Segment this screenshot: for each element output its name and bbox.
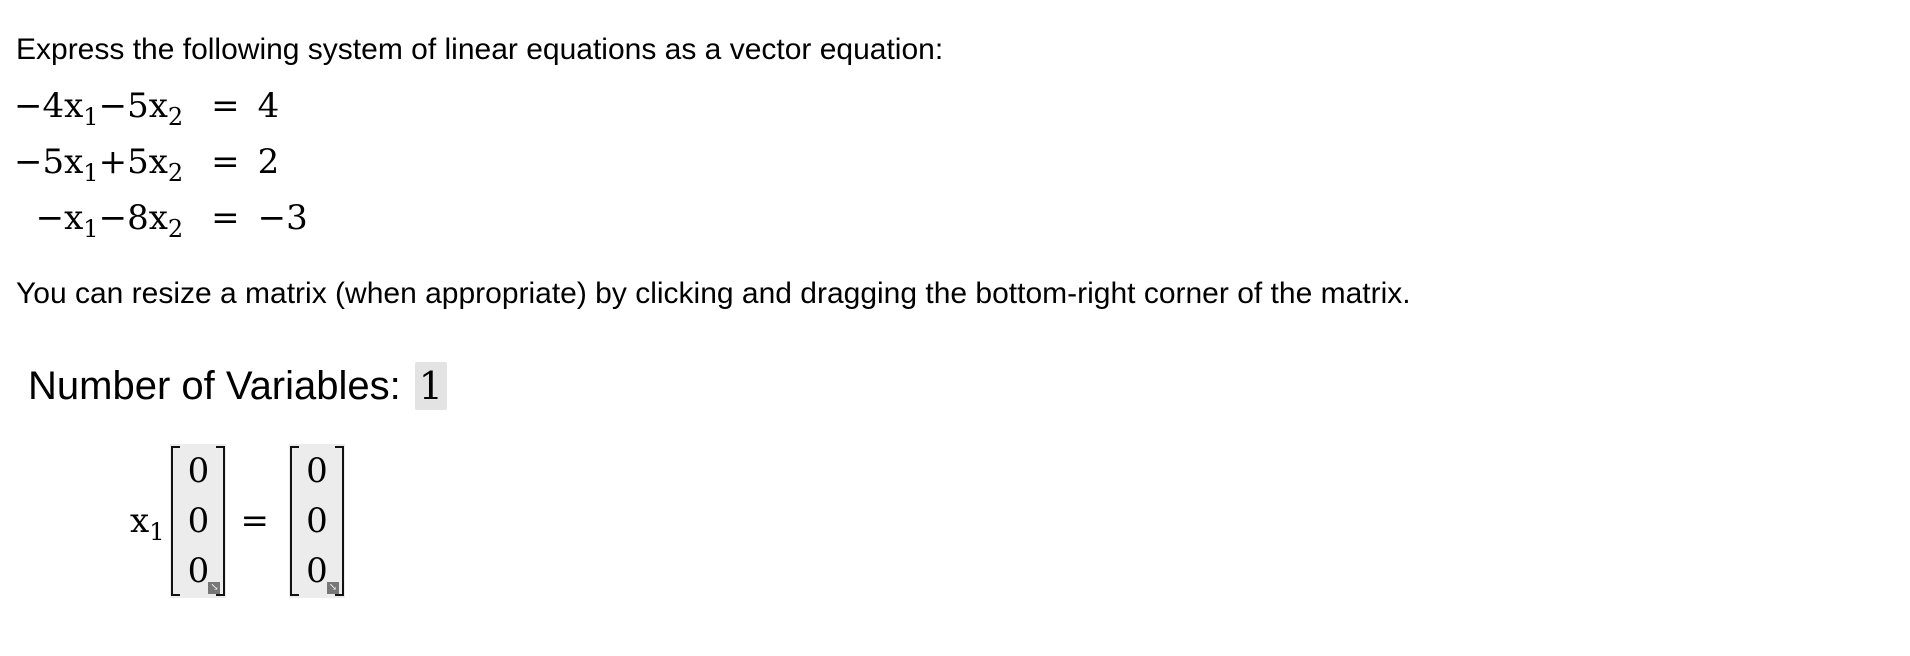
matrix-cell-input[interactable]: 0 bbox=[297, 496, 337, 546]
number-of-variables-input[interactable]: 1 bbox=[414, 362, 447, 410]
equation-rhs: 4 bbox=[257, 86, 280, 126]
equation-row: −5x1+5x2 = 2 bbox=[14, 134, 308, 190]
equation-rhs: −3 bbox=[257, 198, 308, 238]
equation-row: −4x1−5x2 = 4 bbox=[14, 78, 308, 134]
equation-term: −8x2 bbox=[98, 198, 184, 243]
matrix-cell-input[interactable]: 0 bbox=[178, 496, 218, 546]
coefficient-matrix: 0 0 0 ↘ bbox=[170, 444, 227, 598]
equals-sign: = bbox=[211, 198, 240, 238]
question-prompt: Express the following system of linear e… bbox=[16, 33, 944, 66]
equals-sign: = bbox=[211, 86, 240, 126]
equals-sign: = bbox=[240, 501, 269, 541]
equation-lhs: −5x1+5x2 bbox=[14, 134, 197, 190]
number-of-variables-label: Number of Variables: bbox=[28, 363, 401, 408]
vector-equation: x1 0 0 0 ↘ = 0 0 0 ↘ bbox=[130, 444, 345, 598]
matrix-cell-input[interactable]: 0 bbox=[297, 446, 337, 496]
equation-row: −x1−8x2 = −3 bbox=[14, 190, 308, 246]
resize-hint: You can resize a matrix (when appropriat… bbox=[16, 277, 1411, 310]
equation-term: −x1 bbox=[35, 198, 99, 243]
linear-system: −4x1−5x2 = 4 −5x1+5x2 = 2 −x1−8x2 = −3 bbox=[14, 78, 308, 246]
equation-term: −4x1 bbox=[14, 86, 99, 131]
equation-rhs: 2 bbox=[257, 142, 280, 182]
matrix-cell-input[interactable]: 0 bbox=[178, 446, 218, 496]
number-of-variables: Number of Variables: 1 bbox=[28, 362, 447, 410]
constant-matrix: 0 0 0 ↘ bbox=[288, 444, 345, 598]
resize-handle-icon[interactable]: ↘ bbox=[208, 582, 221, 594]
equation-lhs: −4x1−5x2 bbox=[14, 78, 197, 134]
equation-lhs: −x1−8x2 bbox=[14, 190, 197, 246]
equation-term: +5x2 bbox=[98, 142, 184, 187]
variable-label: x1 bbox=[130, 501, 165, 546]
resize-handle-icon[interactable]: ↘ bbox=[326, 582, 339, 594]
equation-term: −5x1 bbox=[14, 142, 99, 187]
equals-sign: = bbox=[211, 142, 240, 182]
equation-term: −5x2 bbox=[98, 86, 184, 131]
